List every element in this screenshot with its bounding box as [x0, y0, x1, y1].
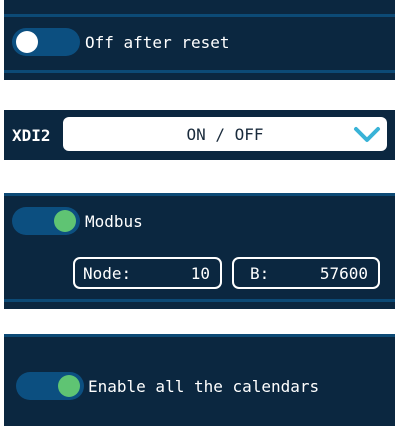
xdi2-select-value: ON / OFF	[186, 125, 264, 144]
xdi2-panel: XDI2 ON / OFF	[4, 110, 395, 160]
off-after-reset-toggle[interactable]	[12, 28, 80, 56]
divider	[4, 299, 395, 302]
toggle-knob	[58, 375, 80, 397]
xdi2-select[interactable]: ON / OFF	[63, 117, 387, 151]
node-field-label: Node:	[83, 264, 132, 283]
enable-calendars-toggle[interactable]	[16, 372, 84, 400]
divider	[4, 70, 395, 73]
off-after-reset-label: Off after reset	[85, 33, 230, 52]
toggle-knob	[54, 210, 76, 232]
modbus-toggle[interactable]	[12, 207, 80, 235]
toggle-knob	[16, 31, 38, 53]
node-field[interactable]: Node: 10	[73, 257, 222, 289]
calendars-panel: Enable all the calendars	[4, 334, 395, 426]
baud-field[interactable]: B: 57600	[232, 257, 380, 289]
reset-panel: Off after reset	[4, 0, 395, 80]
divider	[4, 193, 395, 196]
baud-field-value: 57600	[319, 264, 368, 283]
enable-calendars-label: Enable all the calendars	[88, 377, 320, 396]
modbus-panel: Modbus Node: 10 B: 57600	[4, 193, 395, 309]
xdi2-label: XDI2	[12, 126, 51, 145]
divider	[4, 14, 395, 17]
baud-field-label: B:	[250, 264, 270, 283]
modbus-label: Modbus	[85, 212, 143, 231]
node-field-value: 10	[190, 264, 210, 283]
divider	[4, 334, 395, 337]
chevron-down-icon[interactable]	[353, 124, 381, 144]
